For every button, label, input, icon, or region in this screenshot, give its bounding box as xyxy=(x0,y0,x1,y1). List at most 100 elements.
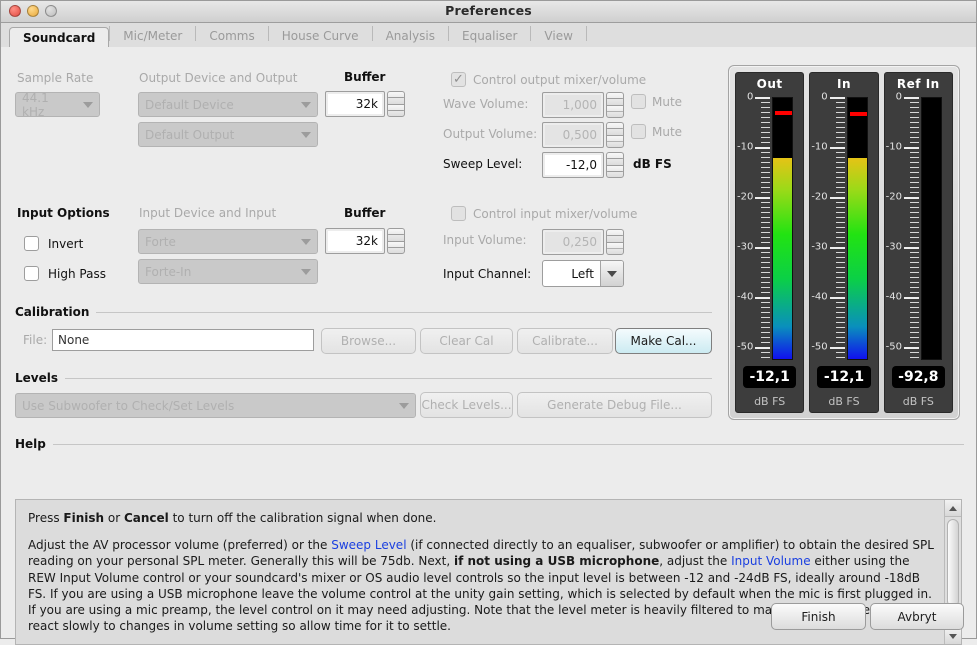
input-buffer-spinner[interactable]: 32k xyxy=(325,228,405,254)
tab-analysis[interactable]: Analysis xyxy=(373,26,448,47)
stepper-up-icon[interactable] xyxy=(387,91,405,104)
input-device-select[interactable]: Forte xyxy=(138,229,318,254)
stepper-up-icon[interactable] xyxy=(606,229,624,242)
control-output-mixer-row[interactable]: ✓ Control output mixer/volume xyxy=(451,72,646,87)
finish-button[interactable]: Finish xyxy=(771,603,866,630)
input-volume-spinner[interactable]: 0,250 xyxy=(542,229,624,255)
meter-scale-label: -50 xyxy=(737,342,753,353)
calibration-group-label: Calibration xyxy=(15,305,89,319)
stepper-down-icon[interactable] xyxy=(606,242,624,256)
output-mute-checkbox[interactable] xyxy=(631,124,646,139)
control-output-mixer-checkbox[interactable]: ✓ xyxy=(451,72,466,87)
tab-house-curve[interactable]: House Curve xyxy=(269,26,372,47)
invert-row[interactable]: Invert xyxy=(24,236,83,251)
meter-ref-in: Ref In 0-10-20-30-40-50 -92,8 dB FS xyxy=(884,72,953,413)
check-levels-button[interactable]: Check Levels... xyxy=(420,392,513,418)
cal-file-input[interactable]: None xyxy=(52,329,314,351)
input-buffer-stepper[interactable] xyxy=(387,228,405,254)
output-volume-value: 0,500 xyxy=(542,122,604,148)
meter-scale-label: -20 xyxy=(737,192,753,203)
chevron-down-icon xyxy=(295,123,317,146)
tab-view[interactable]: View xyxy=(531,26,585,47)
meter-scale-label: -40 xyxy=(886,292,902,303)
help-group-label: Help xyxy=(15,437,46,451)
stepper-down-icon[interactable] xyxy=(387,241,405,255)
generate-debug-button[interactable]: Generate Debug File... xyxy=(517,392,712,418)
sweep-level-spinner[interactable]: -12,0 xyxy=(542,152,624,178)
sweep-level-stepper[interactable] xyxy=(606,152,624,178)
levels-source-value: Use Subwoofer to Check/Set Levels xyxy=(16,394,393,417)
help-link[interactable]: Sweep Level xyxy=(331,538,406,552)
output-buffer-stepper[interactable] xyxy=(387,91,405,117)
wave-mute-checkbox[interactable] xyxy=(631,94,646,109)
help-fragment: or xyxy=(104,511,124,525)
highpass-checkbox[interactable] xyxy=(24,266,39,281)
chevron-down-icon xyxy=(295,93,317,116)
meter-bar xyxy=(847,97,868,360)
stepper-up-icon[interactable] xyxy=(606,122,624,135)
levels-group-label: Levels xyxy=(15,371,58,385)
output-mute-row[interactable]: Mute xyxy=(631,124,682,139)
tab-label: Equaliser xyxy=(462,29,517,43)
make-cal-button[interactable]: Make Cal... xyxy=(615,328,712,354)
help-fragment: to turn off the calibration signal when … xyxy=(169,511,437,525)
meter-scale-label: -30 xyxy=(886,242,902,253)
input-channel-select[interactable]: Left xyxy=(542,260,624,287)
meter-scale: 0-10-20-30-40-50 xyxy=(730,97,770,360)
input-channel-label: Input Channel: xyxy=(443,267,531,281)
output-device-select[interactable]: Default Device xyxy=(138,92,318,117)
tab-mic-meter[interactable]: Mic/Meter xyxy=(110,26,195,47)
scroll-up-icon[interactable] xyxy=(945,500,961,517)
stepper-up-icon[interactable] xyxy=(606,92,624,105)
sample-rate-value: 44.1 kHz xyxy=(16,93,77,116)
output-volume-stepper[interactable] xyxy=(606,122,624,148)
meter-scale-label: 0 xyxy=(747,92,753,103)
meter-bar xyxy=(921,97,942,360)
tab-equaliser[interactable]: Equaliser xyxy=(449,26,530,47)
tab-comms[interactable]: Comms xyxy=(196,26,267,47)
stepper-up-icon[interactable] xyxy=(606,152,624,165)
wave-mute-row[interactable]: Mute xyxy=(631,94,682,109)
meter-in: In 0-10-20-30-40-50 -12,1 dB FS xyxy=(809,72,878,413)
invert-checkbox[interactable] xyxy=(24,236,39,251)
output-output-select[interactable]: Default Output xyxy=(138,122,318,147)
control-input-mixer-row[interactable]: Control input mixer/volume xyxy=(451,206,637,221)
input-volume-stepper[interactable] xyxy=(606,229,624,255)
cancel-button[interactable]: Avbryt xyxy=(870,603,964,630)
stepper-down-icon[interactable] xyxy=(387,104,405,118)
meter-peak-indicator xyxy=(775,111,792,115)
highpass-row[interactable]: High Pass xyxy=(24,266,106,281)
highpass-label: High Pass xyxy=(48,267,106,281)
calibrate-button[interactable]: Calibrate... xyxy=(517,328,613,354)
meter-bar xyxy=(772,97,793,360)
wave-volume-spinner[interactable]: 1,000 xyxy=(542,92,624,118)
tab-label: Soundcard xyxy=(23,31,95,45)
meter-name: In xyxy=(837,77,851,91)
input-volume-label: Input Volume: xyxy=(443,233,527,247)
stepper-down-icon[interactable] xyxy=(606,105,624,119)
levels-source-select[interactable]: Use Subwoofer to Check/Set Levels xyxy=(15,393,416,418)
help-link[interactable]: Input Volume xyxy=(731,554,811,568)
browse-button[interactable]: Browse... xyxy=(321,328,416,354)
tab-bar: Soundcard Mic/Meter Comms House Curve An… xyxy=(1,23,976,48)
stepper-down-icon[interactable] xyxy=(606,165,624,179)
meter-peak-indicator xyxy=(850,112,867,116)
scrollbar-thumb[interactable] xyxy=(947,519,959,607)
control-input-mixer-checkbox[interactable] xyxy=(451,206,466,221)
tab-soundcard[interactable]: Soundcard xyxy=(9,27,109,48)
stepper-up-icon[interactable] xyxy=(387,228,405,241)
output-volume-spinner[interactable]: 0,500 xyxy=(542,122,624,148)
output-buffer-spinner[interactable]: 32k xyxy=(325,91,405,117)
help-group-header: Help xyxy=(15,437,964,451)
tab-label: Comms xyxy=(209,29,254,43)
wave-volume-stepper[interactable] xyxy=(606,92,624,118)
sample-rate-select[interactable]: 44.1 kHz xyxy=(15,92,100,117)
clear-cal-button[interactable]: Clear Cal xyxy=(420,328,513,354)
control-output-mixer-label: Control output mixer/volume xyxy=(473,73,646,87)
input-volume-value: 0,250 xyxy=(542,229,604,255)
meter-scale-label: -20 xyxy=(811,192,827,203)
input-input-select[interactable]: Forte-In xyxy=(138,259,318,284)
stepper-down-icon[interactable] xyxy=(606,135,624,149)
output-volume-label: Output Volume: xyxy=(443,127,537,141)
tab-label: Mic/Meter xyxy=(123,29,182,43)
